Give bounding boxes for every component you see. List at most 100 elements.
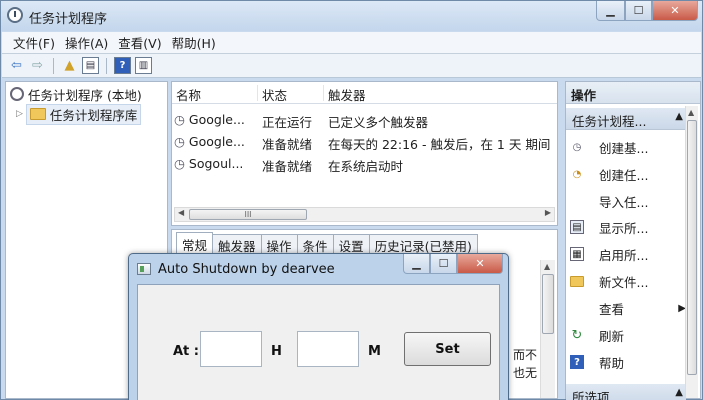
app-window-icon bbox=[137, 263, 151, 275]
actions-section-scheduler[interactable]: 任务计划程... ▲ bbox=[566, 108, 686, 130]
actions-header: 操作 bbox=[566, 82, 700, 104]
create-basic-task-icon: ◷ bbox=[572, 141, 582, 153]
task-trigger: 在系统启动时 bbox=[328, 159, 404, 174]
tree-item-label: 任务计划程序库 bbox=[49, 107, 138, 123]
action-view[interactable]: 查看 ▶ bbox=[570, 297, 686, 319]
tree-item-selected[interactable]: 任务计划程序库 bbox=[25, 103, 142, 125]
tree-item-root[interactable]: 任务计划程序 (本地) bbox=[10, 84, 142, 104]
action-display-running[interactable]: ▤ 显示所... bbox=[570, 216, 686, 238]
title-bar[interactable]: 任务计划程序 ▁ ☐ ✕ bbox=[1, 1, 702, 31]
action-label: 查看 bbox=[599, 301, 625, 317]
scroll-up-icon[interactable]: ▲ bbox=[688, 108, 694, 117]
dialog-title-bar[interactable]: Auto Shutdown by dearvee ▁ ☐ ✕ bbox=[129, 254, 508, 282]
action-import-task[interactable]: 导入任... bbox=[570, 190, 686, 212]
column-header-trigger[interactable]: 触发器 bbox=[328, 85, 556, 103]
section-label: 任务计划程... bbox=[572, 114, 647, 129]
menu-view[interactable]: 查看(V) bbox=[113, 33, 166, 52]
scroll-thumb[interactable]: III bbox=[189, 209, 307, 220]
table-row[interactable]: ◷ Google... 正在运行 已定义多个触发器 bbox=[172, 109, 557, 131]
action-create-basic-task[interactable]: ◷ 创建基... bbox=[570, 136, 686, 158]
auto-shutdown-dialog: Auto Shutdown by dearvee ▁ ☐ ✕ At : H M … bbox=[128, 253, 509, 400]
action-label: 帮助 bbox=[599, 355, 625, 371]
task-list: 名称 状态 触发器 ◷ Google... 正在运行 已定义多个触发器 ◷ Go… bbox=[171, 81, 558, 226]
scroll-up-icon[interactable]: ▲ bbox=[544, 262, 550, 271]
show-hide-action-pane-icon[interactable]: ▥ bbox=[135, 57, 152, 74]
set-button[interactable]: Set bbox=[404, 332, 491, 366]
dialog-body: At : H M Set bbox=[137, 284, 500, 400]
task-name: Google... bbox=[188, 112, 245, 127]
table-row[interactable]: ◷ Sogoul... 准备就绪 在系统启动时 bbox=[172, 153, 557, 175]
scroll-thumb[interactable] bbox=[687, 120, 697, 375]
action-help[interactable]: ? 帮助 bbox=[570, 351, 686, 373]
vertical-scrollbar[interactable]: ▲ bbox=[685, 106, 698, 398]
new-folder-icon bbox=[570, 274, 584, 288]
folder-up-icon[interactable]: ▲ bbox=[61, 57, 78, 74]
action-new-folder[interactable]: 新文件... bbox=[570, 270, 686, 292]
minute-input[interactable] bbox=[297, 331, 359, 367]
window-title: 任务计划程序 bbox=[29, 12, 108, 27]
toolbar-separator bbox=[106, 57, 107, 74]
refresh-icon: ↻ bbox=[571, 327, 583, 343]
minute-unit-label: M bbox=[368, 344, 381, 359]
forward-icon[interactable]: ⇨ bbox=[29, 57, 46, 74]
task-status: 准备就绪 bbox=[262, 137, 313, 152]
column-header-status[interactable]: 状态 bbox=[262, 85, 324, 103]
tree-item-label: 任务计划程序 (本地) bbox=[28, 87, 142, 103]
dialog-title: Auto Shutdown by dearvee bbox=[158, 262, 335, 277]
detail-text: 也无 bbox=[512, 366, 537, 380]
maximize-button[interactable]: ☐ bbox=[625, 1, 652, 21]
task-status: 正在运行 bbox=[262, 115, 313, 130]
clock-icon: ◷ bbox=[174, 156, 185, 171]
table-row[interactable]: ◷ Google... 准备就绪 在每天的 22:16 - 触发后，在 1 天 … bbox=[172, 131, 557, 153]
toolbar: ⇦ ⇨ ▲ ▤ ? ▥ bbox=[2, 54, 701, 78]
scroll-right-icon[interactable]: ▶ bbox=[545, 208, 551, 217]
back-icon[interactable]: ⇦ bbox=[8, 57, 25, 74]
help-icon[interactable]: ? bbox=[114, 57, 131, 74]
menu-help[interactable]: 帮助(H) bbox=[167, 33, 221, 52]
clock-icon bbox=[7, 7, 23, 23]
help-icon: ? bbox=[570, 355, 584, 369]
minimize-button[interactable]: ▁ bbox=[596, 1, 625, 21]
actions-pane: 操作 任务计划程... ▲ ◷ 创建基... ◔ 创建任... 导入任... ▤… bbox=[565, 81, 701, 400]
task-trigger: 已定义多个触发器 bbox=[328, 115, 429, 130]
task-name-cell: ◷ Google... bbox=[174, 134, 258, 149]
at-label: At : bbox=[173, 344, 199, 359]
action-label: 启用所... bbox=[599, 247, 649, 263]
hour-input[interactable] bbox=[200, 331, 262, 367]
tree-item-library[interactable]: ▷ 任务计划程序库 bbox=[16, 103, 142, 125]
task-name: Sogoul... bbox=[188, 156, 244, 171]
clock-icon: ◷ bbox=[174, 112, 185, 127]
collapse-arrow-icon[interactable]: ▲ bbox=[675, 387, 683, 398]
scroll-left-icon[interactable]: ◀ bbox=[178, 208, 184, 217]
expand-arrow-icon[interactable]: ▷ bbox=[16, 109, 23, 119]
action-label: 创建任... bbox=[599, 167, 649, 183]
actions-section-selected[interactable]: 所选项 ▲ bbox=[566, 384, 686, 400]
create-task-icon: ◔ bbox=[572, 168, 582, 180]
detail-text: 而不 bbox=[512, 348, 537, 362]
close-button[interactable]: ✕ bbox=[652, 1, 698, 21]
action-label: 新文件... bbox=[599, 274, 649, 290]
action-label: 导入任... bbox=[599, 194, 649, 210]
show-hide-tree-icon[interactable]: ▤ bbox=[82, 57, 99, 74]
vertical-scrollbar[interactable]: ▲ bbox=[540, 260, 555, 398]
action-refresh[interactable]: ↻ 刷新 bbox=[570, 324, 686, 346]
menu-file[interactable]: 文件(F) bbox=[8, 33, 60, 52]
menu-bar: 文件(F) 操作(A) 查看(V) 帮助(H) bbox=[2, 32, 701, 54]
clock-icon: ◷ bbox=[174, 134, 185, 149]
action-label: 显示所... bbox=[599, 220, 649, 236]
collapse-arrow-icon[interactable]: ▲ bbox=[675, 111, 683, 122]
column-header-name[interactable]: 名称 bbox=[176, 85, 258, 103]
menu-action[interactable]: 操作(A) bbox=[60, 33, 113, 52]
dialog-maximize-button[interactable]: ☐ bbox=[430, 254, 457, 274]
display-running-tasks-icon: ▤ bbox=[570, 220, 584, 234]
action-create-task[interactable]: ◔ 创建任... bbox=[570, 163, 686, 185]
dialog-caption-buttons: ▁ ☐ ✕ bbox=[403, 254, 503, 274]
horizontal-scrollbar[interactable]: ◀ III ▶ bbox=[174, 207, 555, 222]
dialog-close-button[interactable]: ✕ bbox=[457, 254, 503, 274]
dialog-minimize-button[interactable]: ▁ bbox=[403, 254, 430, 274]
action-enable-history[interactable]: ▦ 启用所... bbox=[570, 243, 686, 265]
scroll-thumb[interactable] bbox=[542, 274, 554, 334]
task-list-header: 名称 状态 触发器 bbox=[172, 82, 557, 104]
section-label: 所选项 bbox=[572, 390, 610, 400]
folder-icon bbox=[29, 108, 46, 120]
